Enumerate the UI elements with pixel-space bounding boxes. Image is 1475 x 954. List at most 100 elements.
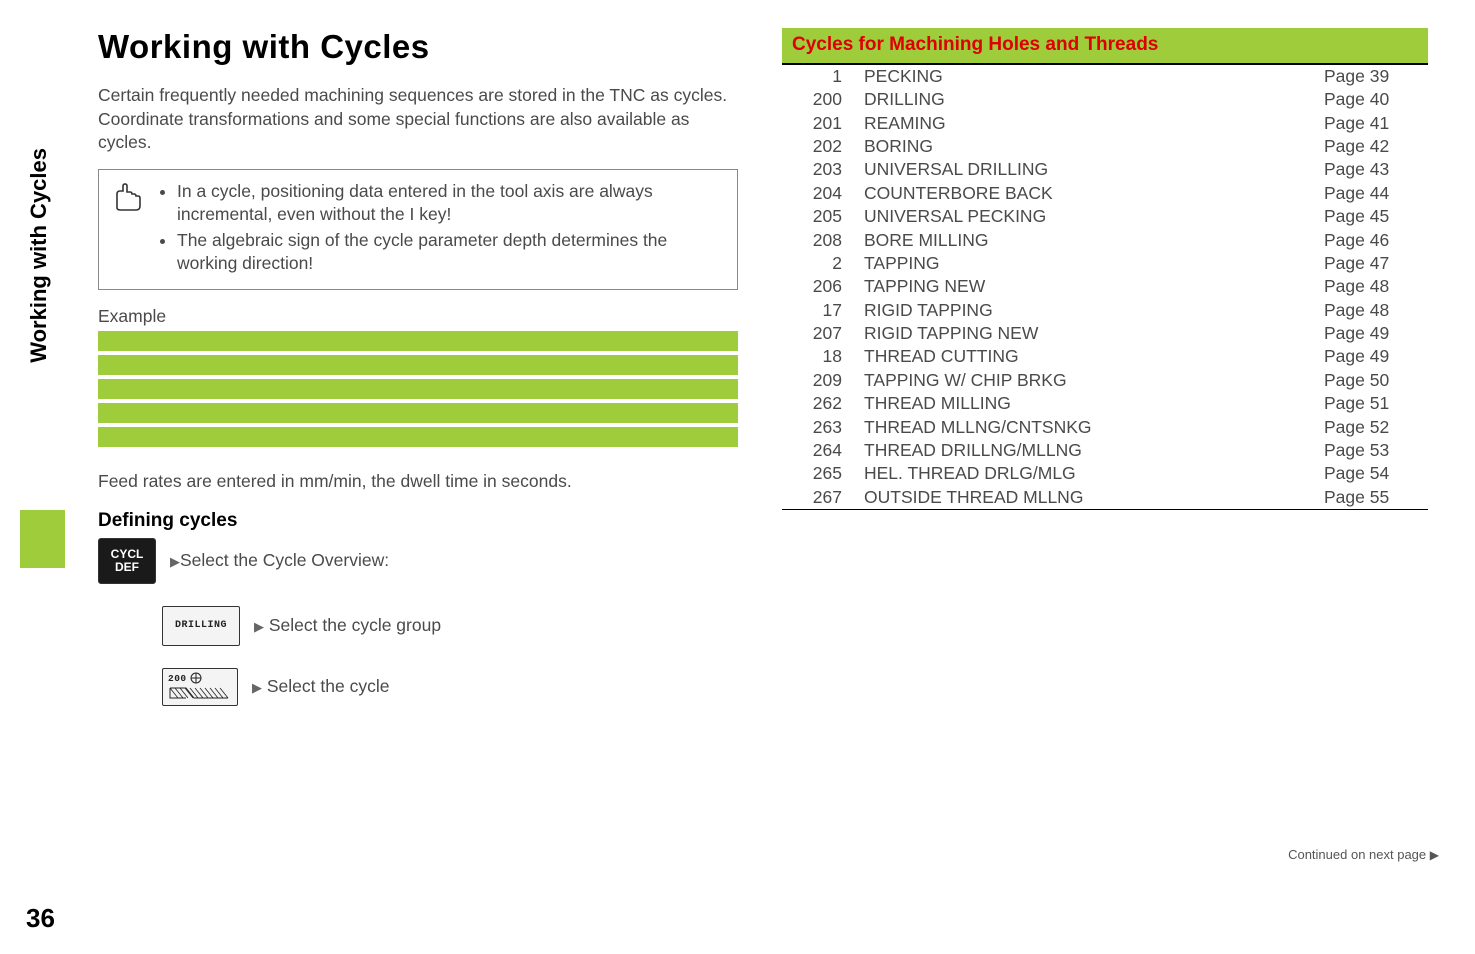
cycle-number: 209 xyxy=(782,369,860,392)
cycle-row: 267OUTSIDE THREAD MLLNGPage 55 xyxy=(782,486,1428,510)
note-box: In a cycle, positioning data entered in … xyxy=(98,169,738,290)
step-row-group: DRILLING ▶ Select the cycle group xyxy=(162,606,738,646)
section-banner: Cycles for Machining Holes and Threads xyxy=(782,28,1428,65)
cycle-name: TAPPING NEW xyxy=(860,275,1320,298)
cycle-row: 263THREAD MLLNG/CNTSNKGPage 52 xyxy=(782,415,1428,438)
cycle-row: 207RIGID TAPPING NEWPage 49 xyxy=(782,322,1428,345)
cycle-number: 202 xyxy=(782,135,860,158)
cycle-number: 265 xyxy=(782,462,860,485)
continued-label: Continued on next page xyxy=(1288,847,1426,862)
step-overview-label: Select the Cycle Overview: xyxy=(180,550,389,570)
code-row xyxy=(98,355,738,375)
step-text: ▶ Select the cycle xyxy=(252,676,389,697)
note-bullet: The algebraic sign of the cycle paramete… xyxy=(177,229,725,275)
softkey-number: 200 xyxy=(168,673,187,684)
code-row xyxy=(98,331,738,351)
cycle-name: TAPPING xyxy=(860,252,1320,275)
drill-top-icon xyxy=(190,672,202,684)
cycle-name: RIGID TAPPING NEW xyxy=(860,322,1320,345)
drilling-softkey[interactable]: DRILLING xyxy=(162,606,240,646)
cycle-page: Page 39 xyxy=(1320,65,1428,88)
step-group-label: Select the cycle group xyxy=(269,615,441,635)
cycle-number: 263 xyxy=(782,415,860,438)
cycle-name: OUTSIDE THREAD MLLNG xyxy=(860,486,1320,510)
cycle-page: Page 48 xyxy=(1320,275,1428,298)
cycle-page: Page 42 xyxy=(1320,135,1428,158)
cycle-page: Page 54 xyxy=(1320,462,1428,485)
defining-cycles-heading: Defining cycles xyxy=(98,510,738,532)
cycle-number: 207 xyxy=(782,322,860,345)
cycle-page: Page 40 xyxy=(1320,88,1428,111)
cycle-number: 203 xyxy=(782,158,860,181)
cycle-row: 200DRILLINGPage 40 xyxy=(782,88,1428,111)
cycle-name: UNIVERSAL PECKING xyxy=(860,205,1320,228)
cycle-row: 202BORINGPage 42 xyxy=(782,135,1428,158)
cycle-row: 264THREAD DRILLNG/MLLNGPage 53 xyxy=(782,439,1428,462)
cycle-name: HEL. THREAD DRLG/MLG xyxy=(860,462,1320,485)
cycle-number: 1 xyxy=(782,65,860,88)
cycle-row: 204COUNTERBORE BACKPage 44 xyxy=(782,182,1428,205)
cycle-name: THREAD MILLING xyxy=(860,392,1320,415)
cycle-page: Page 49 xyxy=(1320,345,1428,368)
example-code-block xyxy=(98,331,738,447)
cycle-name: BORE MILLING xyxy=(860,228,1320,251)
cycle-number: 205 xyxy=(782,205,860,228)
cycle-row: 2TAPPINGPage 47 xyxy=(782,252,1428,275)
code-row xyxy=(98,427,738,447)
cycle-name: THREAD DRILLNG/MLLNG xyxy=(860,439,1320,462)
step-text: ▶Select the Cycle Overview: xyxy=(170,550,389,571)
intro-text: Certain frequently needed machining sequ… xyxy=(98,84,738,155)
cycle-number: 17 xyxy=(782,299,860,322)
cycle-page: Page 43 xyxy=(1320,158,1428,181)
cycle-row: 17RIGID TAPPINGPage 48 xyxy=(782,299,1428,322)
cycle-name: COUNTERBORE BACK xyxy=(860,182,1320,205)
step-row-overview: CYCL DEF ▶Select the Cycle Overview: xyxy=(98,538,738,584)
cycle-number: 204 xyxy=(782,182,860,205)
cycle-200-softkey[interactable]: 200 xyxy=(162,668,238,706)
cycle-row: 1PECKINGPage 39 xyxy=(782,65,1428,88)
cycle-page: Page 44 xyxy=(1320,182,1428,205)
page-number: 36 xyxy=(26,903,55,934)
cycle-number: 18 xyxy=(782,345,860,368)
cycle-name: REAMING xyxy=(860,112,1320,135)
page-title: Working with Cycles xyxy=(98,28,738,66)
continued-note: Continued on next page ▶ xyxy=(1288,847,1439,862)
cycle-row: 203UNIVERSAL DRILLINGPage 43 xyxy=(782,158,1428,181)
step-text: ▶ Select the cycle group xyxy=(254,615,441,636)
drill-side-icon xyxy=(168,685,232,701)
cycl-def-key[interactable]: CYCL DEF xyxy=(98,538,156,584)
cycle-name: THREAD MLLNG/CNTSNKG xyxy=(860,415,1320,438)
example-label: Example xyxy=(98,306,738,327)
note-bullet: In a cycle, positioning data entered in … xyxy=(177,180,725,226)
cycle-page: Page 45 xyxy=(1320,205,1428,228)
cycle-name: BORING xyxy=(860,135,1320,158)
cycle-name: UNIVERSAL DRILLING xyxy=(860,158,1320,181)
cycle-page: Page 51 xyxy=(1320,392,1428,415)
cycle-page: Page 53 xyxy=(1320,439,1428,462)
cycle-page: Page 49 xyxy=(1320,322,1428,345)
cycle-page: Page 48 xyxy=(1320,299,1428,322)
cycle-row: 208BORE MILLINGPage 46 xyxy=(782,228,1428,251)
cycle-row: 262THREAD MILLINGPage 51 xyxy=(782,392,1428,415)
cycle-name: DRILLING xyxy=(860,88,1320,111)
triangle-icon: ▶ xyxy=(252,680,262,695)
cycle-row: 209TAPPING W/ CHIP BRKGPage 50 xyxy=(782,369,1428,392)
cycle-number: 267 xyxy=(782,486,860,510)
cycle-name: PECKING xyxy=(860,65,1320,88)
cycle-page: Page 55 xyxy=(1320,486,1428,510)
cycle-page: Page 46 xyxy=(1320,228,1428,251)
step-row-cycle: 200 ▶ Sele xyxy=(162,668,738,706)
cycle-number: 264 xyxy=(782,439,860,462)
cycle-row: 201REAMINGPage 41 xyxy=(782,112,1428,135)
cycle-name: THREAD CUTTING xyxy=(860,345,1320,368)
cycle-name: RIGID TAPPING xyxy=(860,299,1320,322)
cycle-number: 208 xyxy=(782,228,860,251)
active-section-marker xyxy=(20,510,65,568)
cycle-page: Page 47 xyxy=(1320,252,1428,275)
cycle-page: Page 52 xyxy=(1320,415,1428,438)
note-bullets: In a cycle, positioning data entered in … xyxy=(159,180,725,279)
step-cycle-label: Select the cycle xyxy=(267,676,390,696)
side-tab-label: Working with Cycles xyxy=(26,148,52,363)
cycle-number: 206 xyxy=(782,275,860,298)
triangle-icon: ▶ xyxy=(1430,848,1439,862)
